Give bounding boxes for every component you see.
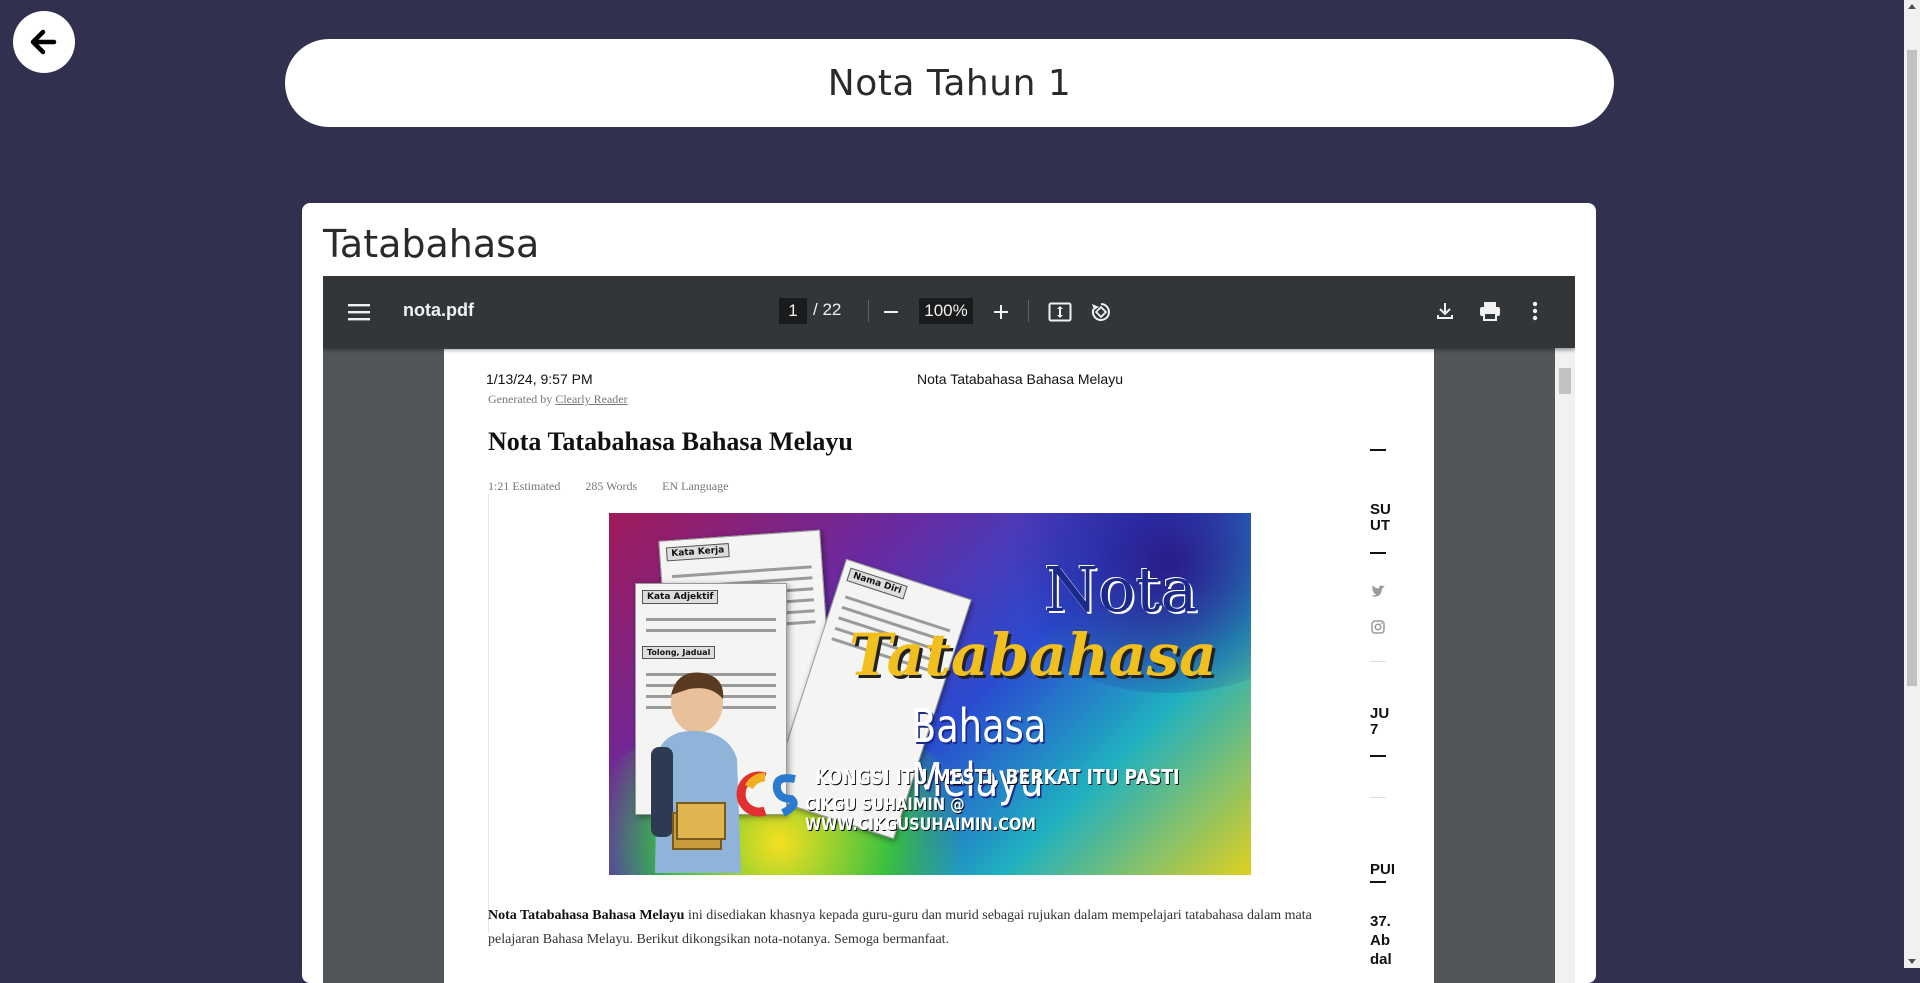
banner-bahasa-melayu: Bahasa Melayu	[911, 699, 1047, 807]
pdf-toolbar: nota.pdf 1 / 22 100%	[323, 276, 1575, 348]
pdf-header-title: Nota Tatabahasa Bahasa Melayu	[917, 371, 1123, 387]
banner-tatabahasa: Tatabahasa	[849, 621, 1217, 689]
back-button[interactable]	[13, 11, 75, 73]
rotate-icon[interactable]	[1088, 299, 1114, 325]
more-options-icon[interactable]	[1523, 299, 1547, 323]
page-number-input[interactable]: 1	[779, 298, 807, 324]
worksheet-label: Kata Adjektif	[642, 590, 719, 604]
word-count: 285 Words	[585, 479, 638, 493]
worksheet-label: Nama Diri	[846, 567, 908, 600]
sidebar-fragment: PUI	[1370, 861, 1396, 878]
intro-paragraph: Nota Tatabahasa Bahasa Melayu ini disedi…	[488, 904, 1348, 952]
page-title: Nota Tahun 1	[827, 62, 1072, 104]
banner-tagline: KONGSI ITU MESTI, BERKAT ITU PASTI	[815, 765, 1180, 789]
sidebar-divider	[1370, 661, 1386, 662]
sidebar-fragment: 7	[1370, 721, 1379, 738]
sidebar-fragment: dal	[1370, 951, 1392, 968]
generated-by-label: Generated by	[488, 392, 553, 406]
download-icon[interactable]	[1433, 299, 1457, 323]
sidebar-rule	[1370, 755, 1386, 757]
zoom-input[interactable]: 100%	[919, 298, 973, 324]
worksheet-label: Kata Kerja	[665, 543, 730, 562]
page-scrollbar-thumb[interactable]	[1907, 50, 1917, 686]
cs-logo-icon	[736, 771, 798, 817]
page-header: Nota Tahun 1	[285, 39, 1614, 127]
sidebar-fragment: 37.	[1370, 913, 1391, 930]
pdf-viewer[interactable]: nota.pdf 1 / 22 100% 1/13/24, 9:57 PM No…	[323, 276, 1575, 983]
fit-page-icon[interactable]	[1047, 300, 1073, 324]
document-title: Nota Tatabahasa Bahasa Melayu	[488, 427, 853, 456]
document-meta: 1:21 Estimated 285 Words EN Language	[488, 479, 750, 494]
worksheet-label: Tolong, Jadual	[642, 646, 716, 659]
sidebar-rule	[1370, 449, 1386, 451]
page-scrollbar[interactable]	[1904, 0, 1920, 968]
scroll-up-icon[interactable]	[1908, 4, 1916, 9]
pdf-page: 1/13/24, 9:57 PM Nota Tatabahasa Bahasa …	[444, 349, 1434, 983]
sidebar-rule	[1370, 552, 1386, 554]
intro-bold: Nota Tatabahasa Bahasa Melayu	[488, 908, 685, 923]
content-rule	[488, 494, 489, 934]
page-total: / 22	[813, 300, 842, 319]
pdf-scrollbar[interactable]	[1555, 348, 1575, 983]
banner-nota: Nota	[1044, 553, 1198, 626]
pdf-scrollbar-thumb[interactable]	[1559, 368, 1571, 394]
arrow-left-icon	[30, 29, 57, 55]
generated-by: Generated by Clearly Reader	[488, 392, 628, 407]
menu-icon[interactable]	[347, 300, 371, 324]
sidebar-divider	[1370, 797, 1386, 798]
banner-image: Kata Kerja Nama Diri Kata Adjektif Tolon…	[609, 513, 1251, 875]
clearly-reader-link[interactable]: Clearly Reader	[555, 392, 627, 406]
scroll-down-icon[interactable]	[1908, 959, 1916, 964]
banner-credit: CIKGU SUHAIMIN @ WWW.CIKGUSUHAIMIN.COM	[805, 795, 1036, 835]
zoom-out-icon[interactable]	[879, 300, 903, 324]
sidebar-fragment: UT	[1370, 517, 1390, 534]
toolbar-divider	[1028, 300, 1029, 322]
sidebar-fragment: Ab	[1370, 932, 1390, 949]
pdf-filename: nota.pdf	[403, 300, 474, 320]
reading-time: 1:21 Estimated	[488, 479, 561, 493]
sidebar-rule	[1370, 881, 1386, 883]
note-card: Tatabahasa nota.pdf 1 / 22 100% 1/13/24,…	[302, 203, 1596, 983]
zoom-in-icon[interactable]	[989, 300, 1013, 324]
sidebar-fragment: JU	[1370, 705, 1390, 722]
language: EN Language	[662, 479, 729, 493]
sidebar-fragment: SU	[1370, 501, 1391, 518]
instagram-icon[interactable]	[1370, 619, 1386, 635]
pdf-header-date: 1/13/24, 9:57 PM	[486, 371, 593, 387]
print-icon[interactable]	[1477, 299, 1503, 323]
twitter-icon[interactable]	[1370, 583, 1386, 599]
card-title: Tatabahasa	[323, 222, 540, 266]
clipped-sidebar: SU UT JU 7 PUI 37. Ab dal	[1370, 349, 1434, 983]
toolbar-divider	[868, 300, 869, 322]
